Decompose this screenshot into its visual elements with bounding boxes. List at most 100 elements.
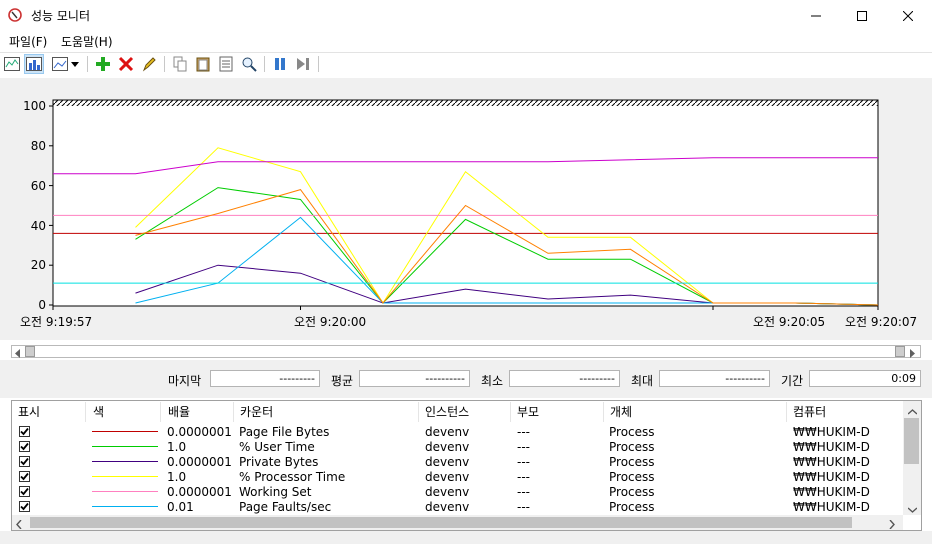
object-cell: Process <box>609 470 655 484</box>
update-data-button[interactable] <box>293 54 313 74</box>
checkmark-icon <box>20 457 29 466</box>
x-tick-label: 오전 9:20:05 <box>753 315 826 329</box>
legend-scroll-up-arrow[interactable] <box>907 404 918 418</box>
x-tick-label: 오전 9:20:00 <box>294 315 367 329</box>
dropdown-arrow-icon <box>71 61 79 67</box>
performance-graph[interactable] <box>0 78 932 340</box>
maximum-value: ---------- <box>659 370 770 387</box>
scale-cell: 1.0 <box>167 470 187 484</box>
legend-scroll-left-arrow[interactable] <box>16 518 22 532</box>
color-swatch <box>92 491 158 492</box>
highlight-button[interactable] <box>139 54 159 74</box>
column-header-parent[interactable]: 부모 <box>517 403 539 420</box>
scroll-thumb-right[interactable] <box>895 346 905 357</box>
column-header-object[interactable]: 개체 <box>610 403 632 420</box>
color-swatch <box>92 476 158 477</box>
delete-counter-button[interactable] <box>116 54 136 74</box>
window-bottom-edge <box>0 531 932 544</box>
view-graph-icon <box>4 57 20 71</box>
column-header-show[interactable]: 표시 <box>18 403 40 420</box>
maximize-button[interactable] <box>839 0 885 31</box>
close-button[interactable] <box>885 0 931 31</box>
menu-file[interactable]: 파일(F) <box>9 33 47 50</box>
average-value: ---------- <box>359 370 470 387</box>
color-swatch <box>92 431 158 432</box>
add-counter-button[interactable] <box>93 54 113 74</box>
scale-cell: 0.0000001 <box>167 455 232 469</box>
column-header-computer[interactable]: 컴퓨터 <box>793 403 826 420</box>
column-divider <box>85 402 86 422</box>
computer-cell: ₩₩HUKIM-D <box>793 455 870 469</box>
scroll-right-arrow[interactable] <box>908 347 916 358</box>
color-swatch <box>92 446 158 447</box>
toolbar-separator <box>264 56 265 72</box>
copy-properties-icon <box>173 56 187 72</box>
show-checkbox[interactable] <box>19 456 30 467</box>
column-divider <box>510 402 511 422</box>
column-header-instance[interactable]: 인스턴스 <box>425 403 469 420</box>
toolbar-separator <box>164 56 165 72</box>
color-swatch <box>92 506 158 507</box>
scroll-left-arrow[interactable] <box>14 347 22 358</box>
delete-counter-icon <box>118 56 134 72</box>
minimum-value: --------- <box>509 370 620 387</box>
scroll-left-icon <box>15 349 20 358</box>
checkmark-icon <box>20 472 29 481</box>
instance-cell: devenv <box>425 440 470 454</box>
timeline-scrollbar[interactable] <box>11 345 921 358</box>
column-header-color[interactable]: 색 <box>93 403 104 420</box>
column-divider <box>160 402 161 422</box>
legend-scroll-thumb[interactable] <box>904 418 919 464</box>
show-checkbox[interactable] <box>19 471 30 482</box>
legend-hscroll-thumb[interactable] <box>30 517 852 528</box>
minimize-button[interactable] <box>793 0 839 31</box>
view-report-icon <box>52 57 68 71</box>
column-header-counter[interactable]: 카운터 <box>240 403 273 420</box>
show-checkbox[interactable] <box>19 486 30 497</box>
toolbar-separator <box>87 56 88 72</box>
column-header-scale[interactable]: 배율 <box>168 403 190 420</box>
zoom-button[interactable] <box>239 54 259 74</box>
color-swatch <box>92 461 158 462</box>
instance-cell: devenv <box>425 485 470 499</box>
duration-label: 기간 <box>781 374 804 388</box>
menu-help[interactable]: 도움말(H) <box>61 33 113 50</box>
checkmark-icon <box>20 427 29 436</box>
object-cell: Process <box>609 485 655 499</box>
counter-cell: % User Time <box>239 440 315 454</box>
computer-cell: ₩₩HUKIM-D <box>793 470 870 484</box>
graph-type-dropdown[interactable] <box>68 54 82 74</box>
paste-counter-list-button[interactable] <box>193 54 213 74</box>
legend-scroll-right-arrow[interactable] <box>889 518 895 532</box>
maximize-icon <box>857 10 867 21</box>
computer-cell: ₩₩HUKIM-D <box>793 425 870 439</box>
last-value: --------- <box>210 370 320 387</box>
object-cell: Process <box>609 455 655 469</box>
checkmark-icon <box>20 502 29 511</box>
show-checkbox[interactable] <box>19 426 30 437</box>
show-checkbox[interactable] <box>19 441 30 452</box>
chevron-right-icon <box>889 519 895 530</box>
window-title: 성능 모니터 <box>31 9 91 23</box>
chevron-down-icon <box>907 507 918 513</box>
minimize-icon <box>811 15 821 16</box>
chevron-up-icon <box>907 409 918 415</box>
x-tick-label: 오전 9:19:57 <box>20 315 93 329</box>
object-cell: Process <box>609 425 655 439</box>
view-histogram-button[interactable] <box>24 54 44 74</box>
column-divider <box>418 402 419 422</box>
copy-properties-button[interactable] <box>170 54 190 74</box>
view-graph-button[interactable] <box>2 54 22 74</box>
minimum-label: 최소 <box>481 374 504 388</box>
legend-scroll-down-arrow[interactable] <box>907 502 918 516</box>
scroll-thumb-left[interactable] <box>25 346 35 357</box>
properties-button[interactable] <box>216 54 236 74</box>
freeze-display-icon <box>275 58 285 70</box>
parent-cell: --- <box>517 470 530 484</box>
show-checkbox[interactable] <box>19 501 30 512</box>
freeze-display-button[interactable] <box>270 54 290 74</box>
computer-cell: ₩₩HUKIM-D <box>793 485 870 499</box>
view-report-button[interactable] <box>50 54 70 74</box>
counter-cell: Page Faults/sec <box>239 500 332 514</box>
toolbar-separator <box>318 56 319 72</box>
